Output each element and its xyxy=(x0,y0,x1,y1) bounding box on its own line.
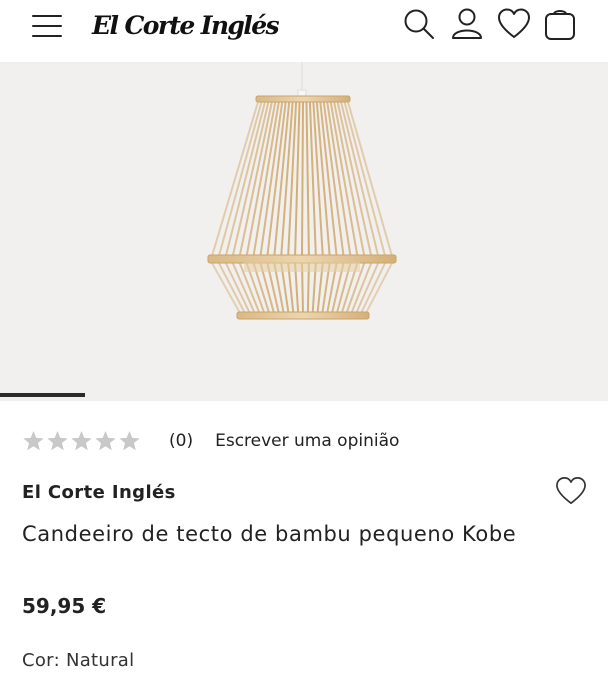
search-icon[interactable] xyxy=(402,7,436,41)
header: El Corte Inglés xyxy=(0,0,608,62)
favorite-heart-icon[interactable] xyxy=(555,476,587,506)
star-icon xyxy=(119,430,140,451)
write-review-link[interactable]: Escrever uma opinião xyxy=(215,431,399,451)
user-icon[interactable] xyxy=(450,7,484,41)
star-rating xyxy=(22,430,141,452)
lamp-image xyxy=(207,62,397,320)
rating-count: (0) xyxy=(169,431,194,451)
star-icon xyxy=(47,430,68,451)
product-color: Cor: Natural xyxy=(22,650,135,671)
logo[interactable]: El Corte Inglés xyxy=(92,6,280,46)
star-icon xyxy=(71,430,92,451)
product-image-gallery[interactable] xyxy=(0,62,608,401)
product-title: Candeeiro de tecto de bambu pequeno Kobe xyxy=(22,522,517,546)
shopping-bag-icon[interactable] xyxy=(543,7,577,41)
menu-icon[interactable] xyxy=(32,13,62,39)
star-icon xyxy=(95,430,116,451)
gallery-progress-indicator xyxy=(0,393,85,397)
heart-icon[interactable] xyxy=(497,7,531,41)
rating-row: (0) Escrever uma opinião xyxy=(22,428,399,454)
star-icon xyxy=(23,430,44,451)
product-brand[interactable]: El Corte Inglés xyxy=(22,482,176,503)
product-price: 59,95 € xyxy=(22,594,107,618)
